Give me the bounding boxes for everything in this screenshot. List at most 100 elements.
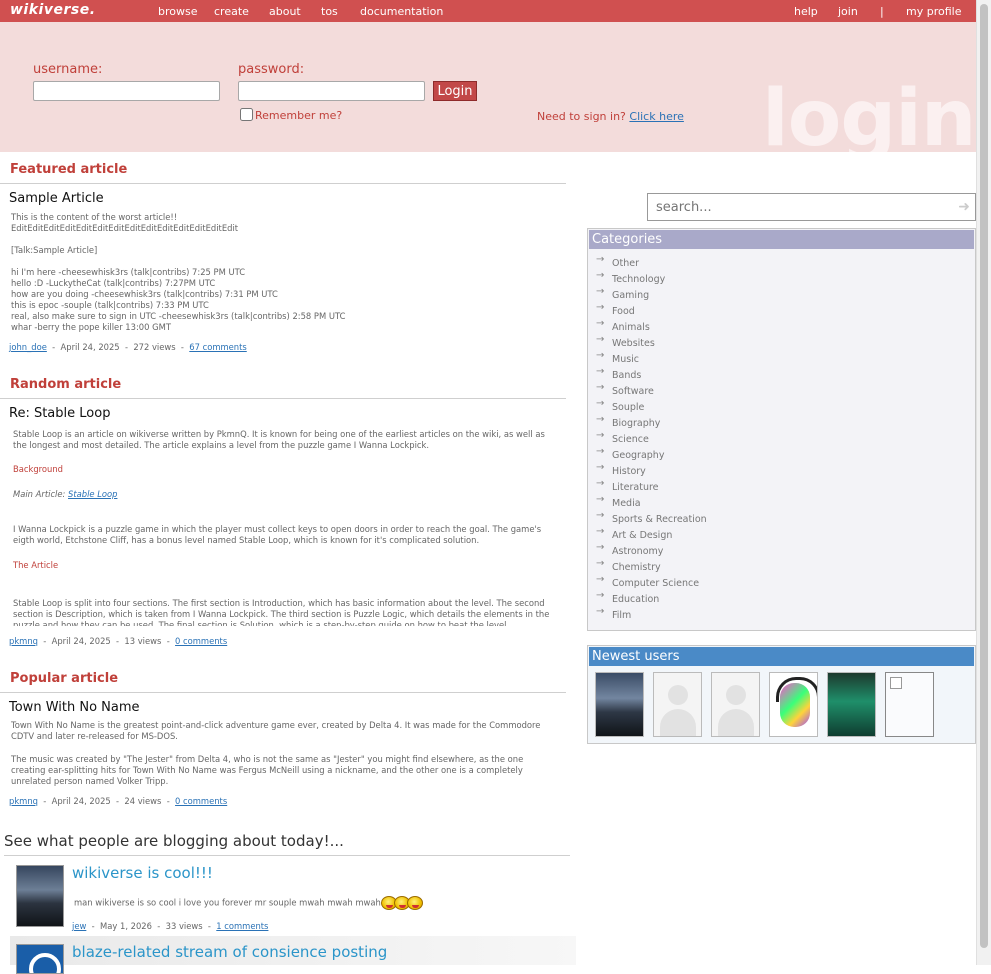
site-logo[interactable]: wikiverse.	[10, 2, 96, 18]
user-avatar-broken-image[interactable]	[885, 672, 934, 737]
category-item[interactable]: → Literature	[594, 478, 707, 496]
user-avatar[interactable]	[827, 672, 876, 737]
blog-comments-link[interactable]: 1 comments	[216, 921, 268, 931]
popular-article-heading: Popular article	[10, 671, 119, 686]
login-watermark: login	[762, 74, 976, 152]
search-input[interactable]	[654, 199, 944, 215]
user-avatar-placeholder[interactable]	[711, 672, 760, 737]
remember-me[interactable]: Remember me?	[240, 108, 342, 122]
nav-join[interactable]: join	[838, 5, 858, 18]
popular-article-meta: pkmnq - April 24, 2025 - 24 views - 0 co…	[9, 796, 228, 806]
main-article-prefix: Main Article:	[13, 489, 66, 499]
random-article-body: Stable Loop is an article on wikiverse w…	[13, 429, 553, 626]
category-item[interactable]: → Souple	[594, 398, 707, 416]
category-label: Media	[612, 498, 641, 509]
page-scrollbar[interactable]	[976, 0, 991, 965]
popular-divider	[0, 692, 566, 693]
nav-about[interactable]: about	[269, 5, 301, 18]
category-item[interactable]: → Geography	[594, 446, 707, 464]
newest-users-heading: Newest users	[589, 647, 974, 666]
featured-line: real, also make sure to sign in UTC -che…	[11, 311, 346, 321]
popular-article-title[interactable]: Town With No Name	[9, 700, 140, 715]
user-avatar[interactable]	[595, 672, 644, 737]
username-input[interactable]	[33, 81, 220, 101]
search-go-icon[interactable]: ➜	[958, 199, 970, 215]
user-avatar[interactable]	[769, 672, 818, 737]
arrow-right-icon: →	[596, 366, 605, 377]
arrow-right-icon: →	[596, 254, 605, 265]
category-item[interactable]: → Food	[594, 302, 707, 320]
newest-users-panel: Newest users	[587, 645, 976, 744]
category-item[interactable]: → Websites	[594, 334, 707, 352]
category-label: Education	[612, 594, 660, 605]
nav-create[interactable]: create	[214, 5, 249, 18]
arrow-right-icon: →	[596, 446, 605, 457]
category-item[interactable]: → Sports & Recreation	[594, 510, 707, 528]
scrollbar-thumb[interactable]	[980, 4, 988, 948]
random-article-title[interactable]: Re: Stable Loop	[9, 406, 110, 421]
signin-link[interactable]: Click here	[629, 110, 684, 123]
random-comments-link[interactable]: 0 comments	[175, 636, 227, 646]
category-item[interactable]: → Science	[594, 430, 707, 448]
category-item[interactable]: → Music	[594, 350, 707, 368]
blog-post-title[interactable]: blaze-related stream of consience postin…	[72, 943, 387, 961]
category-item[interactable]: → Other	[594, 254, 707, 272]
random-date: April 24, 2025	[51, 636, 111, 646]
popular-paragraph-2: The music was created by "The Jester" fr…	[11, 754, 524, 786]
main-article-link[interactable]: Stable Loop	[68, 489, 117, 499]
remember-me-checkbox[interactable]	[240, 108, 253, 121]
nav-my-profile[interactable]: my profile	[906, 5, 961, 18]
blog-views: 33 views	[165, 921, 203, 931]
category-label: Sports & Recreation	[612, 514, 707, 525]
signin-prompt-text: Need to sign in?	[537, 110, 626, 123]
category-item[interactable]: → Chemistry	[594, 558, 707, 576]
featured-comments-link[interactable]: 67 comments	[189, 342, 246, 352]
featured-author-link[interactable]: john_doe	[9, 342, 47, 352]
category-item[interactable]: → Film	[594, 606, 707, 624]
category-item[interactable]: → Gaming	[594, 286, 707, 304]
category-label: Film	[612, 610, 632, 621]
category-label: Biography	[612, 418, 661, 429]
random-paragraph-2: I Wanna Lockpick is a puzzle game in whi…	[13, 524, 542, 545]
user-avatar-placeholder[interactable]	[653, 672, 702, 737]
login-button[interactable]: Login	[433, 81, 477, 101]
category-item[interactable]: → Astronomy	[594, 542, 707, 560]
arrow-right-icon: →	[596, 478, 605, 489]
category-item[interactable]: → Biography	[594, 414, 707, 432]
popular-comments-link[interactable]: 0 comments	[175, 796, 227, 806]
popular-author-link[interactable]: pkmnq	[9, 796, 38, 806]
blog-author-avatar[interactable]	[16, 865, 64, 927]
random-author-link[interactable]: pkmnq	[9, 636, 38, 646]
featured-line	[11, 234, 556, 245]
nav-tos[interactable]: tos	[321, 5, 338, 18]
arrow-right-icon: →	[596, 302, 605, 313]
featured-line: hello :D -LuckytheCat (talk|contribs) 7:…	[11, 278, 216, 288]
smiley-emoji-icon	[406, 896, 423, 910]
featured-article-meta: john_doe - April 24, 2025 - 272 views - …	[9, 342, 247, 352]
featured-line: how are you doing -cheesewhisk3rs (talk|…	[11, 289, 278, 299]
password-input[interactable]	[238, 81, 425, 101]
category-item[interactable]: → Media	[594, 494, 707, 512]
blog-author-link[interactable]: jew	[72, 921, 86, 931]
nav-browse[interactable]: browse	[158, 5, 198, 18]
featured-article-title[interactable]: Sample Article	[9, 191, 104, 206]
featured-article-body: This is the content of the worst article…	[11, 212, 556, 333]
random-intro: Stable Loop is an article on wikiverse w…	[13, 429, 545, 450]
category-item[interactable]: → Education	[594, 590, 707, 608]
category-item[interactable]: → Technology	[594, 270, 707, 288]
nav-help[interactable]: help	[794, 5, 818, 18]
arrow-right-icon: →	[596, 430, 605, 441]
nav-documentation[interactable]: documentation	[360, 5, 443, 18]
category-item[interactable]: → Computer Science	[594, 574, 707, 592]
blog-post-title[interactable]: wikiverse is cool!!!	[72, 864, 213, 882]
password-label: password:	[238, 62, 305, 77]
arrow-right-icon: →	[596, 270, 605, 281]
category-item[interactable]: → History	[594, 462, 707, 480]
category-label: Bands	[612, 370, 642, 381]
blog-author-avatar[interactable]	[16, 944, 64, 974]
category-item[interactable]: → Art & Design	[594, 526, 707, 544]
category-item[interactable]: → Bands	[594, 366, 707, 384]
category-item[interactable]: → Software	[594, 382, 707, 400]
category-label: Literature	[612, 482, 659, 493]
category-item[interactable]: → Animals	[594, 318, 707, 336]
